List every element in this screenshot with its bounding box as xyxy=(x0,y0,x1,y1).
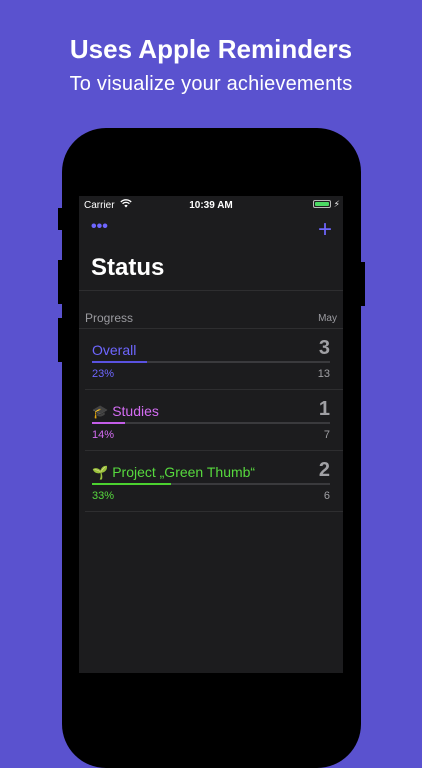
battery-icon xyxy=(313,200,331,208)
progress-bar xyxy=(92,422,330,424)
list-item-count: 3 xyxy=(318,337,330,359)
progress-bar xyxy=(92,483,330,485)
phone-volume-down xyxy=(58,318,62,362)
progress-bar xyxy=(92,361,330,363)
list-item-title: 🎓 Studies xyxy=(92,403,159,420)
app-screen: Carrier 10:39 AM ⚡ ••• + Status Progress… xyxy=(79,196,343,673)
list-item-count: 1 xyxy=(318,398,330,420)
section-period: May xyxy=(318,313,337,324)
list-item[interactable]: Overall 3 23% 13 xyxy=(85,329,343,390)
clock: 10:39 AM xyxy=(189,200,233,211)
list-item-label: Studies xyxy=(112,403,159,419)
list-item-label: Overall xyxy=(92,342,137,358)
plus-icon[interactable]: + xyxy=(318,218,332,242)
list-item[interactable]: 🎓 Studies 1 14% 7 xyxy=(85,390,343,451)
list-item-title: 🌱 Project „Green Thumb“ xyxy=(92,464,255,481)
list-item-title: Overall xyxy=(92,342,136,358)
promo-headline: Uses Apple Reminders xyxy=(69,34,353,64)
list-item-percent: 23% xyxy=(92,368,115,380)
list-item-total: 6 xyxy=(323,490,330,502)
section-label: Progress xyxy=(85,311,134,325)
divider xyxy=(79,290,343,291)
page-title: Status xyxy=(91,254,165,281)
list-item-emoji: 🌱 xyxy=(92,465,109,480)
section-header: Progress May xyxy=(79,308,343,329)
ellipsis-icon[interactable]: ••• xyxy=(91,219,108,235)
list-item-label: Project „Green Thumb“ xyxy=(112,464,256,480)
list-item-count: 2 xyxy=(318,459,330,481)
list-item-emoji: 🎓 xyxy=(92,404,109,419)
battery-level xyxy=(315,202,329,206)
status-bar: Carrier 10:39 AM ⚡ xyxy=(79,196,343,214)
progress-bar-fill xyxy=(92,361,147,363)
phone-volume-up xyxy=(58,260,62,304)
phone-power-button xyxy=(361,262,365,306)
charging-bolt-icon: ⚡ xyxy=(333,199,340,209)
progress-bar-fill xyxy=(92,483,171,485)
progress-bar-fill xyxy=(92,422,126,424)
phone-mute-switch xyxy=(58,208,62,230)
list-item-total: 13 xyxy=(317,368,330,380)
list-item-percent: 33% xyxy=(92,490,115,502)
list-item-percent: 14% xyxy=(92,429,115,441)
list-item-total: 7 xyxy=(323,429,330,441)
list-item[interactable]: 🌱 Project „Green Thumb“ 2 33% 6 xyxy=(85,451,343,512)
promo-subline: To visualize your achievements xyxy=(69,73,353,95)
